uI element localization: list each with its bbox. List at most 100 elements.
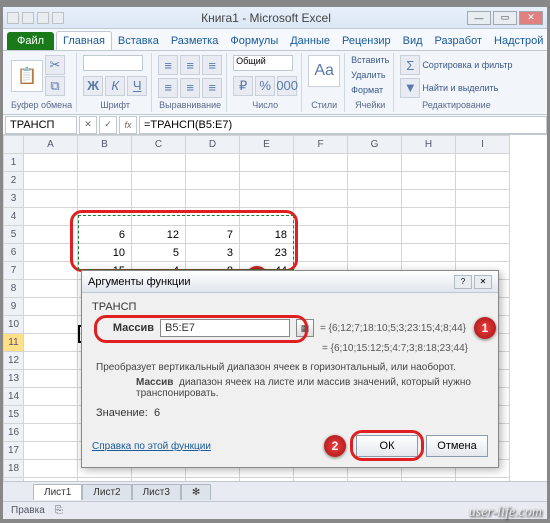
number-format-select[interactable]: Общий	[233, 55, 293, 71]
group-number: Общий ₽ % 000 Число	[229, 53, 302, 112]
qat-excel-icon[interactable]	[7, 12, 19, 24]
cut-icon[interactable]: ✂	[45, 55, 65, 75]
window-title: Книга1 - Microsoft Excel	[67, 11, 465, 25]
select-all-cell[interactable]	[4, 136, 24, 154]
status-bar: Правка ⎘	[3, 501, 547, 519]
formula-bar: ТРАНСП ✕ ✓ fx =ТРАНСП(B5:E7)	[3, 115, 547, 135]
sort-filter[interactable]: Сортировка и фильтр	[422, 60, 512, 70]
arg-preview: = {6;12;7;18:10;5;3;23:15;4;8;44}	[320, 323, 466, 334]
col-header[interactable]: I	[456, 136, 510, 154]
formula-input[interactable]: =ТРАНСП(B5:E7)	[139, 116, 547, 134]
sheet-tab-1[interactable]: Лист1	[33, 484, 82, 500]
cancel-formula-icon[interactable]: ✕	[79, 116, 97, 134]
cells-format[interactable]: Формат	[351, 85, 389, 95]
paste-button[interactable]: 📋	[11, 60, 43, 92]
group-styles: Aa Стили	[304, 53, 345, 112]
dialog-close-icon[interactable]: ✕	[474, 275, 492, 289]
col-header[interactable]: C	[132, 136, 186, 154]
dialog-titlebar[interactable]: Аргументы функции ? ✕	[82, 271, 498, 293]
minimize-button[interactable]: —	[467, 11, 491, 25]
col-header[interactable]: A	[24, 136, 78, 154]
align-btm-icon[interactable]: ≡	[202, 55, 222, 75]
comma-icon[interactable]: 000	[277, 76, 297, 96]
underline-icon[interactable]: Ч	[127, 76, 147, 96]
status-macro-icon[interactable]: ⎘	[55, 505, 63, 516]
dialog-title-text: Аргументы функции	[88, 276, 191, 288]
cell-b5[interactable]: 6	[78, 226, 132, 244]
cells-delete[interactable]: Удалить	[351, 70, 389, 80]
tab-data[interactable]: Данные	[284, 32, 336, 50]
italic-icon[interactable]: К	[105, 76, 125, 96]
cells-insert[interactable]: Вставить	[351, 55, 389, 65]
help-link[interactable]: Справка по этой функции	[92, 441, 211, 452]
col-header[interactable]: G	[348, 136, 402, 154]
tab-view[interactable]: Вид	[397, 32, 429, 50]
group-editing-label: Редактирование	[400, 100, 512, 110]
col-header[interactable]: E	[240, 136, 294, 154]
group-font-label: Шрифт	[83, 100, 147, 110]
argument-description: Массив диапазон ячеек на листе или масси…	[136, 377, 484, 399]
new-sheet-tab[interactable]: ✻	[181, 484, 211, 500]
close-button[interactable]: ✕	[519, 11, 543, 25]
copy-icon[interactable]: ⧉	[45, 76, 65, 96]
group-editing: Σ Сортировка и фильтр ▼ Найти и выделить…	[396, 53, 516, 112]
watermark: user-life.com	[469, 505, 542, 521]
font-family-select[interactable]	[83, 55, 143, 71]
collapse-dialog-icon[interactable]: ▦	[296, 319, 314, 337]
function-arguments-dialog: Аргументы функции ? ✕ ТРАНСП Массив B5:E…	[81, 270, 499, 468]
status-mode: Правка	[11, 505, 45, 516]
name-box[interactable]: ТРАНСП	[5, 116, 77, 134]
group-clipboard-label: Буфер обмена	[11, 100, 72, 110]
tab-layout[interactable]: Разметка	[165, 32, 225, 50]
tab-insert[interactable]: Вставка	[112, 32, 165, 50]
align-top-icon[interactable]: ≡	[158, 55, 178, 75]
dialog-help-icon[interactable]: ?	[454, 275, 472, 289]
autosum-icon[interactable]: Σ	[400, 55, 420, 75]
sheet-tab-3[interactable]: Лист3	[132, 484, 181, 500]
arg-input[interactable]: B5:E7	[160, 319, 290, 337]
group-cells-label: Ячейки	[351, 100, 389, 110]
qat-save-icon[interactable]	[22, 12, 34, 24]
col-header[interactable]: B	[78, 136, 132, 154]
qat-undo-icon[interactable]	[37, 12, 49, 24]
align-center-icon[interactable]: ≡	[180, 78, 200, 98]
group-align: ≡ ≡ ≡ ≡ ≡ ≡ Выравнивание	[154, 53, 227, 112]
ok-button[interactable]: ОК	[356, 435, 418, 457]
align-mid-icon[interactable]: ≡	[180, 55, 200, 75]
sheet-tab-2[interactable]: Лист2	[82, 484, 131, 500]
tab-dev[interactable]: Разработ	[429, 32, 488, 50]
col-header[interactable]: F	[294, 136, 348, 154]
ribbon-tabs: Файл Главная Вставка Разметка Формулы Да…	[3, 29, 547, 51]
arg-label: Массив	[104, 322, 154, 334]
result-preview: = {6;10;15:12;5;4:7;3;8:18;23;44}	[92, 343, 468, 354]
group-number-label: Число	[233, 100, 297, 110]
cancel-button[interactable]: Отмена	[426, 435, 488, 457]
titlebar: Книга1 - Microsoft Excel — ▭ ✕	[3, 7, 547, 29]
find-select[interactable]: Найти и выделить	[422, 83, 498, 93]
percent-icon[interactable]: %	[255, 76, 275, 96]
file-tab[interactable]: Файл	[7, 32, 54, 50]
app-window: Книга1 - Microsoft Excel — ▭ ✕ Файл Глав…	[2, 6, 548, 510]
group-font: Ж К Ч Шрифт	[79, 53, 152, 112]
align-right-icon[interactable]: ≡	[202, 78, 222, 98]
bold-icon[interactable]: Ж	[83, 76, 103, 96]
tab-home[interactable]: Главная	[56, 31, 112, 50]
styles-button[interactable]: Aa	[308, 55, 340, 87]
function-name: ТРАНСП	[92, 301, 488, 313]
group-cells: Вставить Удалить Формат Ячейки	[347, 53, 394, 112]
tab-formulas[interactable]: Формулы	[224, 32, 284, 50]
align-left-icon[interactable]: ≡	[158, 78, 178, 98]
maximize-button[interactable]: ▭	[493, 11, 517, 25]
fill-icon[interactable]: ▼	[400, 78, 420, 98]
tab-review[interactable]: Рецензир	[336, 32, 397, 50]
group-styles-label: Стили	[308, 100, 340, 110]
enter-formula-icon[interactable]: ✓	[99, 116, 117, 134]
qat-redo-icon[interactable]	[52, 12, 64, 24]
tab-addins[interactable]: Надстрой	[488, 32, 549, 50]
worksheet-area[interactable]: A B C D E F G H I 1 2 3 4 5612718 610532…	[3, 135, 547, 481]
col-header[interactable]: H	[402, 136, 456, 154]
function-description: Преобразует вертикальный диапазон ячеек …	[96, 362, 484, 373]
col-header[interactable]: D	[186, 136, 240, 154]
currency-icon[interactable]: ₽	[233, 76, 253, 96]
fx-icon[interactable]: fx	[119, 116, 137, 134]
